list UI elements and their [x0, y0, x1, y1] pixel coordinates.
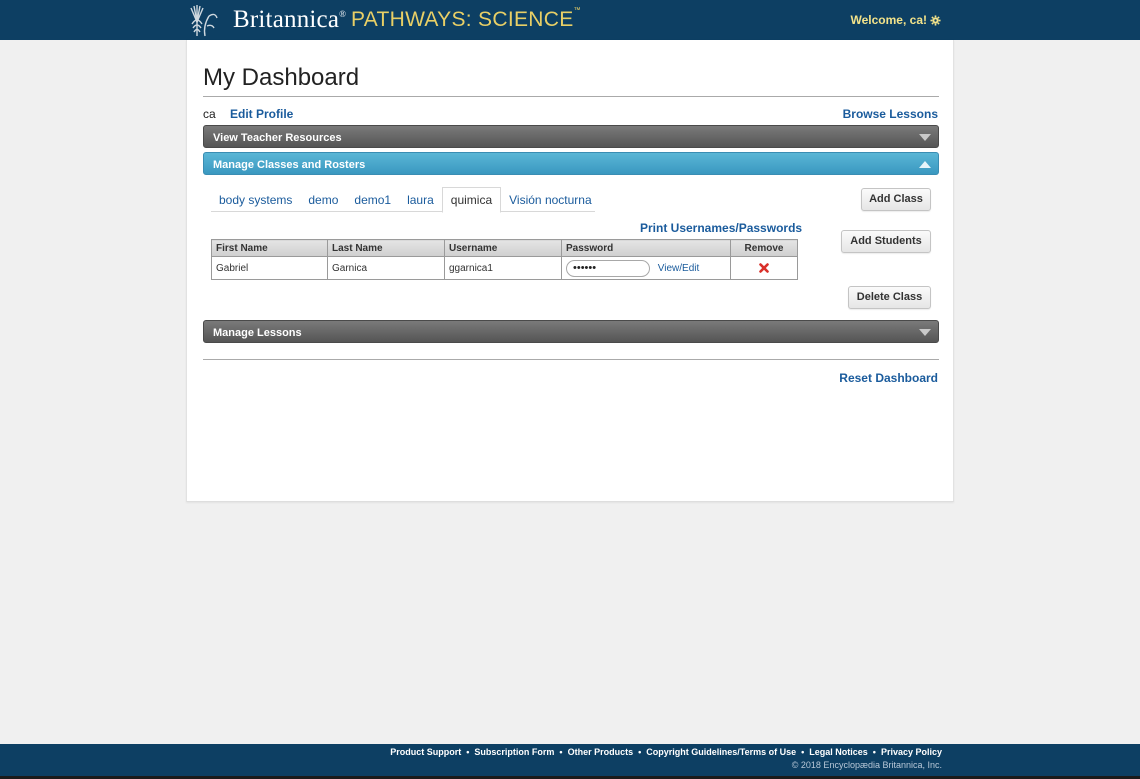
tab-body-systems[interactable]: body systems	[211, 187, 300, 212]
tab-vision-nocturna[interactable]: Visión nocturna	[501, 187, 600, 212]
password-header: Password	[561, 239, 731, 257]
triangle-down-icon	[919, 134, 931, 141]
add-students-button[interactable]: Add Students	[841, 230, 931, 253]
bottom-divider	[203, 359, 939, 360]
footer-separator: •	[872, 747, 876, 757]
add-class-button[interactable]: Add Class	[861, 188, 931, 211]
brand-name: Britannica	[233, 6, 340, 33]
copyright-guidelines-link[interactable]: Copyright Guidelines/Terms of Use	[646, 747, 796, 757]
privacy-policy-link[interactable]: Privacy Policy	[881, 747, 942, 757]
other-products-link[interactable]: Other Products	[568, 747, 634, 757]
thistle-logo-icon	[190, 5, 218, 37]
roster-table: First Name Last Name Username Password R…	[211, 239, 798, 280]
password-field[interactable]	[566, 259, 650, 277]
teacher-resources-header[interactable]: View Teacher Resources	[203, 125, 939, 148]
triangle-down-icon	[919, 329, 931, 336]
title-divider	[203, 96, 939, 97]
subscription-form-link[interactable]: Subscription Form	[474, 747, 554, 757]
manage-lessons-label: Manage Lessons	[213, 327, 302, 339]
gear-icon[interactable]	[930, 14, 941, 26]
footer-links: Product Support • Subscription Form • Ot…	[390, 747, 942, 757]
roster-header-row: First Name Last Name Username Password R…	[211, 239, 798, 257]
username-header[interactable]: Username	[444, 239, 562, 257]
copyright-text: © 2018 Encyclopædia Britannica, Inc.	[791, 760, 942, 770]
remove-student-icon[interactable]	[759, 263, 769, 273]
tab-demo1[interactable]: demo1	[346, 187, 399, 212]
footer-separator: •	[638, 747, 642, 757]
welcome-text: Welcome, ca!	[850, 13, 927, 27]
view-edit-link[interactable]: View/Edit	[658, 263, 700, 274]
remove-header: Remove	[730, 239, 798, 257]
welcome-menu[interactable]: Welcome, ca!	[851, 13, 941, 27]
manage-classes-header[interactable]: Manage Classes and Rosters	[203, 152, 939, 175]
legal-notices-link[interactable]: Legal Notices	[809, 747, 868, 757]
first-name-header[interactable]: First Name	[211, 239, 328, 257]
last-name-cell: Garnica	[327, 256, 445, 280]
print-usernames-link[interactable]: Print Usernames/Passwords	[640, 221, 802, 235]
remove-cell	[730, 256, 798, 280]
dashboard-panel: My Dashboard ca Edit Profile Browse Less…	[186, 40, 954, 502]
triangle-up-icon	[919, 161, 931, 168]
reset-dashboard-link[interactable]: Reset Dashboard	[839, 371, 938, 385]
browse-lessons-link[interactable]: Browse Lessons	[843, 107, 938, 121]
page-title: My Dashboard	[203, 64, 360, 91]
top-header: Britannica ® PATHWAYS: SCIENCE ™ Welcome…	[0, 0, 1140, 40]
tab-demo[interactable]: demo	[300, 187, 346, 212]
manage-classes-label: Manage Classes and Rosters	[213, 159, 366, 171]
product-support-link[interactable]: Product Support	[390, 747, 461, 757]
registered-mark: ®	[339, 9, 346, 19]
tab-quimica[interactable]: quimica	[441, 187, 502, 213]
footer-separator: •	[559, 747, 563, 757]
britannica-logo[interactable]: Britannica ® PATHWAYS: SCIENCE ™	[187, 2, 581, 38]
product-name: PATHWAYS: SCIENCE	[350, 8, 574, 31]
table-row: Gabriel Garnica ggarnica1 View/Edit	[211, 256, 798, 280]
tab-laura[interactable]: laura	[399, 187, 442, 212]
manage-lessons-header[interactable]: Manage Lessons	[203, 320, 939, 343]
last-name-header[interactable]: Last Name	[327, 239, 445, 257]
first-name-cell: Gabriel	[211, 256, 328, 280]
trademark-mark: ™	[573, 6, 581, 14]
footer-separator: •	[801, 747, 805, 757]
password-cell: View/Edit	[561, 256, 731, 280]
page-footer: Product Support • Subscription Form • Ot…	[0, 744, 1140, 779]
footer-separator: •	[466, 747, 470, 757]
class-tabs: body systems demo demo1 laura quimica Vi…	[211, 187, 595, 213]
username-cell: ggarnica1	[444, 256, 562, 280]
delete-class-button[interactable]: Delete Class	[848, 286, 931, 309]
edit-profile-link[interactable]: Edit Profile	[230, 107, 293, 121]
teacher-resources-label: View Teacher Resources	[213, 132, 342, 144]
current-username: ca	[203, 107, 216, 121]
